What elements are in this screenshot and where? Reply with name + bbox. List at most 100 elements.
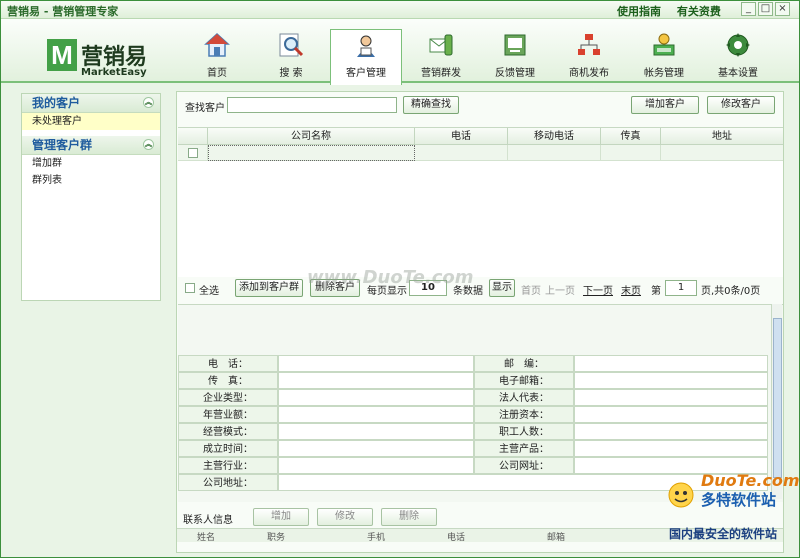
edit-customer-button[interactable]: 修改客户 [707,96,775,114]
add-to-group-button[interactable]: 添加到客户群 [235,279,303,297]
detail-value [574,440,768,457]
col-address[interactable]: 地址 [661,128,783,145]
page-summary: 页,共0条/0页 [701,286,761,297]
title-bar: 营销易 - 营销管理专家 使用指南 有关资费 _ □ × [1,1,799,19]
nav-search[interactable]: 搜 索 [255,29,327,85]
sidebar-item-unprocessed[interactable]: 未处理客户 [22,113,160,130]
home-icon [204,32,230,57]
minimize-button[interactable]: _ [741,2,756,16]
detail-label: 主营产品： [474,440,574,457]
nav-home[interactable]: 首页 [181,29,253,85]
per-page-label: 每页显示 [367,286,407,297]
row-check-cell [178,145,208,161]
col-fax[interactable]: 传真 [601,128,661,145]
delete-contact-button[interactable]: 删除 [381,508,437,526]
detail-value [574,355,768,372]
nav-accounts[interactable]: 帐务管理 [628,29,700,85]
detail-value [574,372,768,389]
row-company-cell[interactable] [208,145,415,161]
detail-label: 注册资本： [474,406,574,423]
customer-detail: 电 话： 传 真： 企业类型： 年营业额： 经营模式： 成立时间： 主营行业： … [178,304,783,502]
col-company[interactable]: 公司名称 [208,128,415,145]
nav-mass-mail[interactable]: 营销群发 [405,29,477,85]
scroll-thumb[interactable] [773,318,782,478]
row-checkbox[interactable] [188,148,198,158]
row-fax-cell[interactable] [601,145,661,161]
last-page-link[interactable]: 末页 [621,282,641,297]
prev-page-link[interactable]: 上一页 [545,282,575,297]
sidebar-item-add-group[interactable]: 增加群 [22,155,160,172]
detail-label: 传 真： [178,372,278,389]
add-contact-button[interactable]: 增加 [253,508,309,526]
detail-label: 年营业额： [178,406,278,423]
nav-customers[interactable]: 客户管理 [330,29,402,85]
guide-link[interactable]: 使用指南 [617,5,661,18]
edit-contact-button[interactable]: 修改 [317,508,373,526]
detail-value [574,457,768,474]
collapse-icon[interactable]: ︽ [143,97,154,108]
select-all-checkbox[interactable] [185,283,195,293]
settings-icon [726,33,750,57]
add-customer-button[interactable]: 增加客户 [631,96,699,114]
search-input[interactable] [227,97,397,113]
contact-col-name[interactable]: 姓名 [197,530,215,543]
detail-value [278,372,474,389]
page-input[interactable]: 1 [665,280,697,296]
contact-label: 联系人信息 [183,515,233,526]
per-page-input[interactable]: 10 [409,280,447,296]
mascot-icon [668,482,694,508]
detail-value [278,406,474,423]
title-links: 使用指南 有关资费 [617,3,733,19]
first-page-link[interactable]: 首页 [521,282,541,297]
nav-feedback[interactable]: 反馈管理 [479,29,551,85]
collapse-icon[interactable]: ︽ [143,139,154,150]
detail-scrollbar[interactable] [771,304,782,499]
my-customers-header[interactable]: 我的客户 ︽ [22,94,160,113]
next-page-link[interactable]: 下一页 [583,282,613,297]
sidebar-item-group-list[interactable]: 群列表 [22,172,160,189]
section-title: 管理客户群 [32,138,93,152]
customer-icon [357,35,375,57]
contact-grid-header: 姓名 职务 手机 电话 邮箱 [177,528,783,543]
pager-bar: 全选 添加到客户群 删除客户 每页显示 10 条数据 显示 首页 上一页 下一页… [177,277,783,299]
detail-label: 法人代表： [474,389,574,406]
select-all-label[interactable]: 全选 [199,282,219,297]
grid-header-check [178,128,208,145]
contact-col-mobile[interactable]: 手机 [367,530,385,543]
nav-label: 商机发布 [569,68,609,79]
grid-header: 公司名称 电话 移动电话 传真 地址 [178,128,783,145]
per-page-unit: 条数据 [453,286,483,297]
customer-grid: 公司名称 电话 移动电话 传真 地址 [178,127,783,277]
contact-col-title[interactable]: 职务 [267,530,285,543]
contact-col-email[interactable]: 邮箱 [547,530,565,543]
delete-customer-button[interactable]: 删除客户 [310,279,360,297]
nav-business[interactable]: 商机发布 [553,29,625,85]
col-mobile[interactable]: 移动电话 [508,128,601,145]
table-row[interactable] [178,145,783,161]
maximize-button[interactable]: □ [758,2,773,16]
main-toolbar: M 营销易 MarketEasy 首页 搜 索 客户管理 营销群发 反馈管理 商… [1,19,799,85]
detail-label: 主营行业： [178,457,278,474]
nav-label: 帐务管理 [644,68,684,79]
app-logo: M 营销易 MarketEasy [47,39,157,79]
show-button[interactable]: 显示 [489,279,515,297]
detail-value [574,406,768,423]
manage-groups-header[interactable]: 管理客户群 ︽ [22,136,160,155]
detail-value [574,423,768,440]
col-phone[interactable]: 电话 [415,128,508,145]
contact-col-phone[interactable]: 电话 [447,530,465,543]
pricing-link[interactable]: 有关资费 [677,5,721,18]
row-phone-cell[interactable] [415,145,508,161]
nav-label: 首页 [207,68,227,79]
detail-value [278,457,474,474]
nav-label: 客户管理 [346,68,386,79]
detail-value [574,389,768,406]
nav-settings[interactable]: 基本设置 [702,29,774,85]
exact-search-button[interactable]: 精确查找 [403,96,459,114]
close-button[interactable]: × [775,2,790,16]
row-mobile-cell[interactable] [508,145,601,161]
row-address-cell[interactable] [661,145,783,161]
app-window: 营销易 - 营销管理专家 使用指南 有关资费 _ □ × M 营销易 Marke… [0,0,800,558]
detail-label: 成立时间： [178,440,278,457]
account-icon [653,33,675,56]
